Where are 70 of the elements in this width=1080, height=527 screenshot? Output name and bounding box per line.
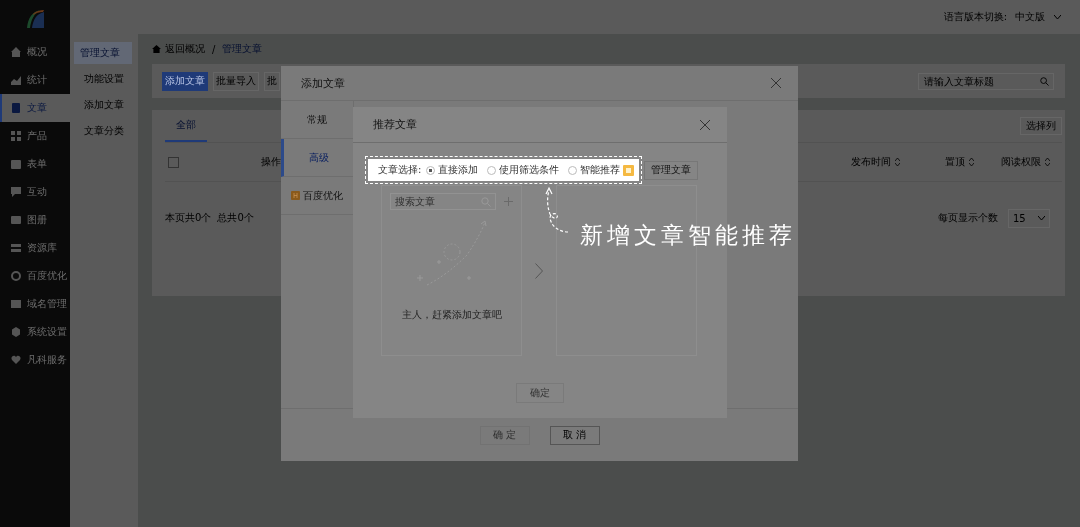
total-count: 总共0个 — [217, 211, 254, 225]
nav-item[interactable]: 资源库 — [0, 234, 70, 262]
search-field[interactable]: 搜索文章 — [390, 193, 496, 210]
dialog-button[interactable]: 取 消 — [549, 425, 600, 445]
sub-nav-item[interactable]: 管理文章 — [74, 42, 132, 64]
close-icon[interactable] — [700, 119, 710, 130]
dialog-title: 推荐文章 — [373, 117, 417, 132]
language-label: 语言版本切换: — [943, 10, 1007, 24]
breadcrumb-link[interactable]: 管理文章 — [222, 42, 263, 56]
search-field[interactable]: 请输入文章标题 — [918, 72, 1054, 90]
search-icon — [1040, 76, 1049, 86]
chat-icon — [11, 187, 21, 197]
close-icon[interactable] — [771, 78, 781, 88]
nav-item[interactable]: 表单 — [0, 150, 70, 178]
nav-item[interactable]: 互动 — [0, 178, 70, 206]
empty-message: 主人，赶紧添加文章吧 — [401, 308, 502, 322]
checkbox[interactable] — [168, 156, 179, 168]
column-header[interactable]: 置顶 — [945, 155, 965, 169]
radio-label[interactable]: 智能推荐 — [580, 163, 621, 177]
circle-icon — [11, 271, 21, 281]
nav-item[interactable]: 统计 — [0, 66, 70, 94]
nav-item[interactable]: 文章 — [0, 94, 70, 122]
heart-icon — [11, 355, 21, 365]
nav-item[interactable]: 产品 — [0, 122, 70, 150]
column-header[interactable]: 操作 — [261, 155, 281, 169]
dialog-title: 添加文章 — [301, 75, 345, 91]
per-page-select[interactable]: 15 — [1008, 208, 1050, 228]
column-header[interactable]: 阅读权限 — [1001, 155, 1041, 169]
square-icon — [11, 299, 21, 309]
caret-icon — [1038, 216, 1045, 220]
annotation-text: 新增文章智能推荐 — [580, 221, 796, 250]
plus-icon[interactable] — [504, 197, 513, 206]
toolbar-button[interactable]: 批量导入 — [213, 71, 259, 91]
home-icon — [11, 47, 21, 57]
nav-item[interactable]: 图册 — [0, 206, 70, 234]
language-select[interactable]: 中文版 — [1011, 9, 1065, 25]
sort-icon — [969, 158, 974, 166]
radio-button[interactable] — [426, 165, 436, 175]
sub-nav-item[interactable]: 添加文章 — [74, 94, 132, 116]
column-header[interactable]: 发布时间 — [851, 155, 891, 169]
caret-icon — [1054, 15, 1061, 19]
page-count: 本页共0个 — [165, 211, 212, 225]
nav-item[interactable]: 域名管理 — [0, 290, 70, 318]
document-icon — [11, 103, 21, 113]
settings-icon — [11, 327, 21, 337]
stack-icon — [11, 243, 21, 253]
sub-nav-item[interactable]: 功能设置 — [74, 68, 132, 90]
home-icon — [152, 45, 161, 53]
chart-icon — [11, 75, 21, 85]
choice-label: 文章选择: — [378, 163, 422, 177]
toolbar-button[interactable]: 添加文章 — [162, 71, 208, 91]
sort-icon — [1045, 158, 1050, 166]
grid-icon — [11, 131, 21, 141]
logo-icon — [24, 8, 46, 30]
nav-item[interactable]: 系统设置 — [0, 318, 70, 346]
sub-nav-item[interactable]: 文章分类 — [74, 120, 132, 142]
column-picker-button[interactable]: 选择列 — [1020, 117, 1062, 135]
tab[interactable]: 全部 — [165, 110, 207, 142]
sort-icon — [895, 158, 900, 166]
manage-articles-button[interactable]: 管理文章 — [644, 160, 698, 180]
per-page-label: 每页显示个数 — [938, 211, 998, 225]
breadcrumb-link[interactable]: 返回概况 — [165, 42, 205, 56]
radio-label[interactable]: 使用筛选条件 — [499, 163, 560, 177]
radio-label[interactable]: 直接添加 — [438, 163, 479, 177]
nav-item[interactable]: 百度优化 — [0, 262, 70, 290]
nav-item[interactable]: 凡科服务 — [0, 346, 70, 374]
nav-item[interactable]: 概况 — [0, 38, 70, 66]
toolbar-button[interactable]: 批 — [264, 71, 280, 91]
breadcrumb-separator: / — [212, 43, 216, 55]
chevron-right-icon[interactable] — [535, 262, 543, 279]
